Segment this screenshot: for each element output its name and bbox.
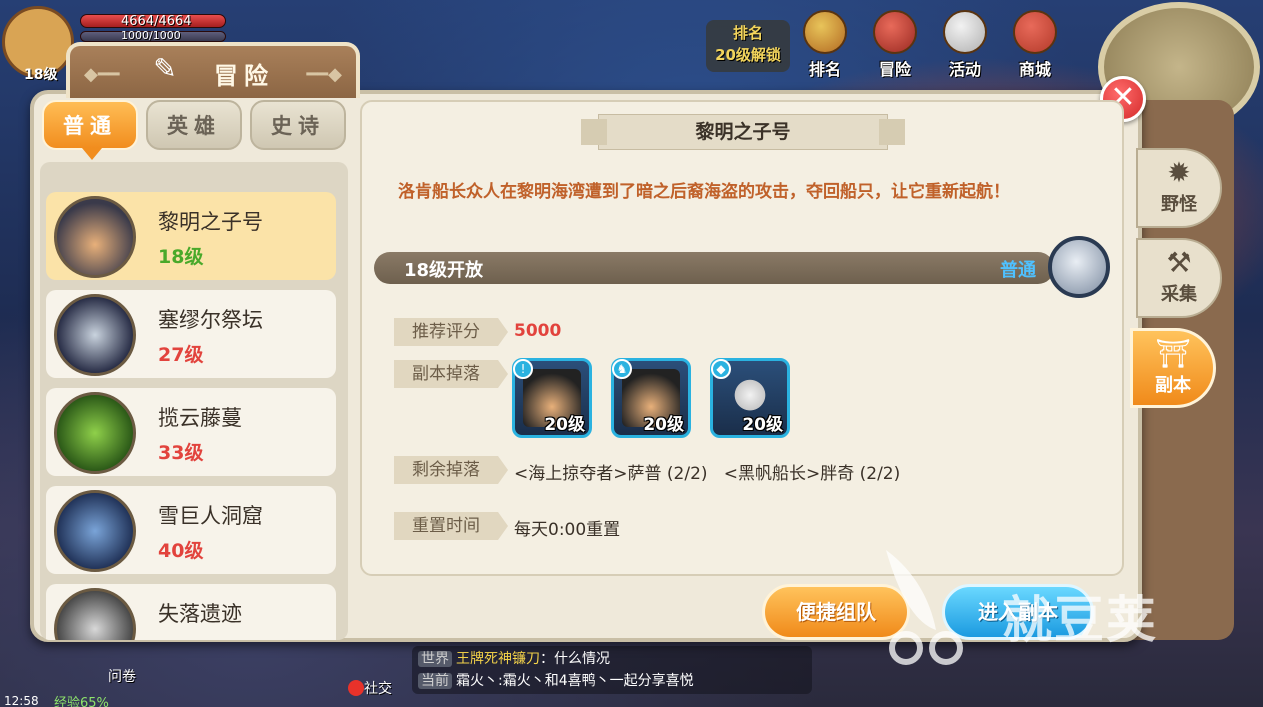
dungeon-level: 40级 — [158, 540, 204, 562]
rank-lock-title: 排名 — [732, 24, 763, 42]
pickaxe-icon: ⚒ — [1166, 246, 1192, 279]
dungeon-portrait-icon — [54, 392, 136, 474]
dungeon-portrait-icon — [54, 196, 136, 278]
side-tab-label: 采集 — [1161, 284, 1197, 305]
tab-hero[interactable]: 英雄 — [146, 100, 242, 150]
dungeon-item[interactable]: 塞缪尔祭坛 27级 — [46, 290, 336, 378]
side-tab-label: 副本 — [1155, 375, 1191, 396]
top-button-label: 排名 — [808, 60, 841, 79]
drop-item[interactable]: ♞ 20级 — [611, 358, 691, 438]
remaining-drop-label: 剩余掉落 — [394, 456, 508, 484]
difficulty-avatar-icon — [1048, 236, 1110, 298]
watermark-text: 就豆荚 — [1002, 591, 1158, 649]
dungeon-portrait-icon — [54, 588, 136, 640]
mp-text: 1000/1000 — [121, 29, 181, 42]
chat-text: ：什么情况 — [540, 651, 610, 667]
drop-badge-icon: ♞ — [612, 359, 632, 379]
drop-level: 20级 — [544, 415, 585, 435]
chat-channel-tag: 当前 — [418, 673, 452, 689]
hp-text: 4664/4664 — [121, 14, 192, 29]
side-tab-label: 野怪 — [1161, 194, 1197, 215]
rank-lock-subtitle: 20级解锁 — [715, 46, 781, 64]
dungeon-description: 洛肯船长众人在黎明海湾遭到了暗之后裔海盗的攻击，夺回船只，让它重新起航！ — [398, 182, 1010, 202]
dialog-title: 冒险 — [214, 62, 274, 90]
dungeon-drop-label: 副本掉落 — [394, 360, 508, 388]
chat-line: 世界 王牌死神镰刀：什么情况 — [418, 648, 806, 670]
recommend-score-label: 推荐评分 — [394, 318, 508, 346]
drop-level: 20级 — [643, 415, 684, 435]
event-icon — [943, 10, 987, 54]
chat-line: 当前 霜火丶:霜火丶和4喜鸭丶一起分享喜悦 — [418, 670, 806, 692]
open-level-text: 18级开放 — [404, 260, 484, 281]
top-button-adventure[interactable]: 冒险 — [866, 10, 924, 82]
notification-dot — [348, 680, 364, 696]
side-tab-gather[interactable]: ⚒ 采集 — [1136, 238, 1222, 318]
side-tab-dungeon[interactable]: ⛩ 副本 — [1130, 328, 1216, 408]
dungeon-item[interactable]: 揽云藤蔓 33级 — [46, 388, 336, 476]
tab-epic[interactable]: 史诗 — [250, 100, 346, 150]
watermark: 就豆荚 — [866, 540, 1226, 670]
reset-time-label: 重置时间 — [394, 512, 508, 540]
top-button-label: 商城 — [1018, 60, 1051, 79]
top-button-shop[interactable]: 商城 — [1006, 10, 1064, 82]
ornament-left-icon: ◆━━ — [84, 64, 120, 85]
mp-bar: 1000/1000 — [80, 29, 226, 42]
dungeon-name: 雪巨人洞窟 — [158, 504, 263, 528]
dungeon-icon: ⛩ — [1155, 337, 1191, 370]
hp-bar: 4664/4664 — [80, 14, 226, 29]
questionnaire-button[interactable]: 问卷 — [108, 666, 136, 686]
dungeon-name: 揽云藤蔓 — [158, 406, 242, 430]
dungeon-level: 27级 — [158, 344, 204, 366]
dialog-title-tab: ◆━━ ✎ 冒险 ━━◆ — [66, 42, 360, 98]
chat-text: 霜火丶:霜火丶和4喜鸭丶一起分享喜悦 — [456, 673, 694, 689]
drop-badge-icon: ! — [513, 359, 533, 379]
adventure-logo-icon: ✎ — [153, 52, 177, 85]
recommend-score-value: 5000 — [514, 321, 562, 341]
drop-badge-icon: ◆ — [711, 359, 731, 379]
dungeon-name: 塞缪尔祭坛 — [158, 308, 263, 332]
drop-item[interactable]: ◆ 20级 — [710, 358, 790, 438]
reset-time-value: 每天0:00重置 — [514, 520, 621, 540]
chat-channel-tag: 世界 — [418, 651, 452, 667]
clock: 12:58 — [4, 694, 39, 707]
chat-box[interactable]: 世界 王牌死神镰刀：什么情况 当前 霜火丶:霜火丶和4喜鸭丶一起分享喜悦 — [412, 646, 812, 694]
dungeon-level: 33级 — [158, 442, 204, 464]
top-button-event[interactable]: 活动 — [936, 10, 994, 82]
side-tab-monster[interactable]: ✹ 野怪 — [1136, 148, 1222, 228]
dungeon-level: 18级 — [158, 246, 204, 268]
rank-lock-badge[interactable]: 排名 20级解锁 — [706, 20, 790, 72]
chat-sender: 王牌死神镰刀 — [456, 651, 540, 667]
exp-text: 经验65% — [54, 696, 109, 707]
dungeon-portrait-icon — [54, 490, 136, 572]
drop-level: 20级 — [742, 415, 783, 435]
top-button-label: 活动 — [948, 60, 981, 79]
dungeon-item[interactable]: 雪巨人洞窟 40级 — [46, 486, 336, 574]
dungeon-title-banner: 黎明之子号 — [581, 114, 905, 150]
adventure-icon — [873, 10, 917, 54]
dungeon-name: 黎明之子号 — [158, 210, 263, 234]
top-button-rank[interactable]: 排名 — [796, 10, 854, 82]
dungeon-list[interactable]: 黎明之子号 18级 塞缪尔祭坛 27级 揽云藤蔓 33级 雪巨人洞窟 40级 失… — [40, 162, 348, 640]
player-level: 18级 — [24, 67, 58, 83]
drop-item[interactable]: ! 20级 — [512, 358, 592, 438]
dungeon-item[interactable]: 失落遗迹 — [46, 584, 336, 640]
ornament-right-icon: ━━◆ — [306, 64, 342, 85]
remaining-drop-value: <海上掠夺者>萨普 (2/2) <黑帆船长>胖奇 (2/2) — [514, 464, 901, 484]
social-button[interactable]: 社交 — [364, 678, 392, 698]
dungeon-item[interactable]: 黎明之子号 18级 — [46, 192, 336, 280]
open-level-bar: 18级开放 普通 — [374, 252, 1054, 284]
top-button-label: 冒险 — [878, 60, 911, 79]
shop-icon — [1013, 10, 1057, 54]
tab-normal[interactable]: 普通 — [42, 100, 138, 160]
dungeon-portrait-icon — [54, 294, 136, 376]
dungeon-name: 失落遗迹 — [158, 602, 242, 626]
watermark-logo-icon — [886, 550, 963, 665]
crown-icon — [803, 10, 847, 54]
difficulty-mode-text: 普通 — [1000, 260, 1036, 281]
monster-icon: ✹ — [1167, 156, 1191, 189]
